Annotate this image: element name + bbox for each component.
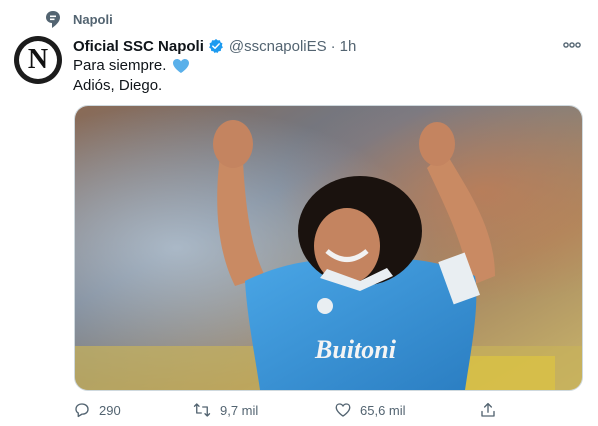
- tweet-text-line-1: Para siempre.: [73, 56, 190, 76]
- avatar-logo-ring: N: [19, 41, 57, 79]
- tweet-photo[interactable]: Buitoni: [74, 105, 583, 391]
- author-handle[interactable]: @sscnapoliES: [229, 38, 327, 55]
- tweet-line-2: Adiós, Diego.: [73, 77, 163, 94]
- like-heart-icon: [335, 403, 351, 417]
- reply-button[interactable]: 290: [73, 401, 121, 419]
- retweet-button[interactable]: 9,7 mil: [192, 401, 258, 419]
- tweet-time[interactable]: 1h: [340, 38, 357, 55]
- avatar-logo-letter: N: [27, 44, 49, 75]
- retweet-count: 9,7 mil: [220, 402, 259, 418]
- share-icon: [481, 402, 495, 417]
- verified-badge-icon: [209, 39, 223, 54]
- topic-icon: [46, 11, 60, 28]
- player-celebrating-photo: Buitoni: [75, 106, 582, 390]
- tweet-header: Oficial SSC Napoli @sscnapoliES · 1h: [73, 36, 356, 56]
- avatar[interactable]: N: [14, 36, 62, 84]
- reply-count: 290: [99, 402, 121, 418]
- like-button[interactable]: 65,6 mil: [334, 401, 406, 419]
- reply-icon: [75, 403, 89, 418]
- more-options-icon[interactable]: [562, 38, 582, 52]
- author-name[interactable]: Oficial SSC Napoli: [73, 38, 204, 55]
- like-count: 65,6 mil: [360, 402, 406, 418]
- tweet-actions: 290 9,7 mil 65,6 mil: [73, 401, 513, 421]
- jersey-sponsor-text: Buitoni: [314, 335, 397, 364]
- separator-dot: ·: [330, 37, 336, 55]
- retweet-icon: [193, 403, 211, 417]
- tweet-line-1: Para siempre.: [73, 57, 167, 74]
- topic-label[interactable]: Napoli: [73, 12, 113, 27]
- blue-heart-icon: [173, 59, 190, 73]
- share-button[interactable]: [479, 401, 497, 419]
